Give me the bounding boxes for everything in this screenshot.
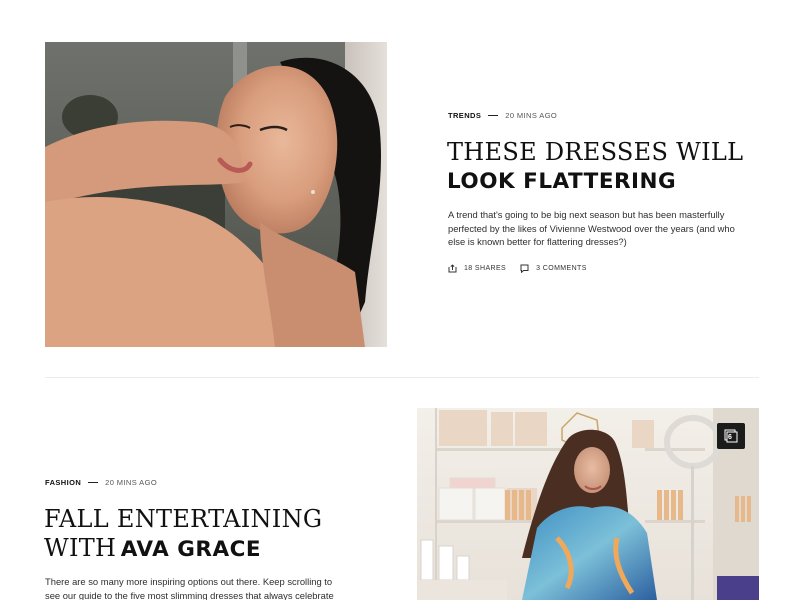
post-excerpt: A trend that's going to be big next seas… — [448, 209, 735, 247]
post-image-woman-shelves[interactable] — [417, 408, 759, 600]
portrait-photo — [45, 42, 387, 347]
post-stats: 18 SHARES 3 COMMENTS — [448, 264, 601, 273]
post-title-2-bold[interactable]: AVA GRACE — [121, 537, 261, 562]
post-image-woman-portrait[interactable] — [45, 42, 387, 347]
post-meta: TRENDS 20 MINS AGO — [448, 111, 557, 120]
comments-count: 3 COMMENTS — [536, 265, 587, 272]
share-icon — [448, 264, 457, 273]
post-excerpt-2: There are so many more inspiring options… — [45, 576, 334, 600]
post-time-2: 20 MINS AGO — [105, 478, 158, 487]
post-title-bold[interactable]: LOOK FLATTERING — [447, 167, 743, 196]
gallery-count: 6 — [728, 434, 732, 441]
category-tag[interactable]: TRENDS — [448, 111, 481, 120]
comments-button[interactable]: 3 COMMENTS — [520, 264, 587, 273]
post-divider — [45, 377, 759, 378]
meta-divider-2 — [88, 482, 99, 483]
post-title[interactable]: THESE DRESSES WILL LOOK FLATTERING — [447, 138, 743, 196]
comment-icon — [520, 264, 529, 273]
gallery-count-button[interactable]: 6 — [717, 423, 745, 449]
post-time: 20 MINS AGO — [505, 111, 558, 120]
post-meta-2: FASHION 20 MINS AGO — [45, 478, 157, 487]
category-tag-2[interactable]: FASHION — [45, 478, 81, 487]
post-title-2[interactable]: FALL ENTERTAINING WITH AVA GRACE — [44, 505, 322, 566]
studio-photo — [417, 408, 759, 600]
share-button[interactable]: 18 SHARES — [448, 264, 506, 273]
meta-divider — [488, 115, 499, 116]
shares-count: 18 SHARES — [464, 265, 507, 272]
post-title-2-line1[interactable]: FALL ENTERTAINING — [44, 505, 322, 534]
post-title-2-serif[interactable]: WITH — [44, 534, 116, 562]
post-title-serif[interactable]: THESE DRESSES WILL — [447, 138, 743, 167]
